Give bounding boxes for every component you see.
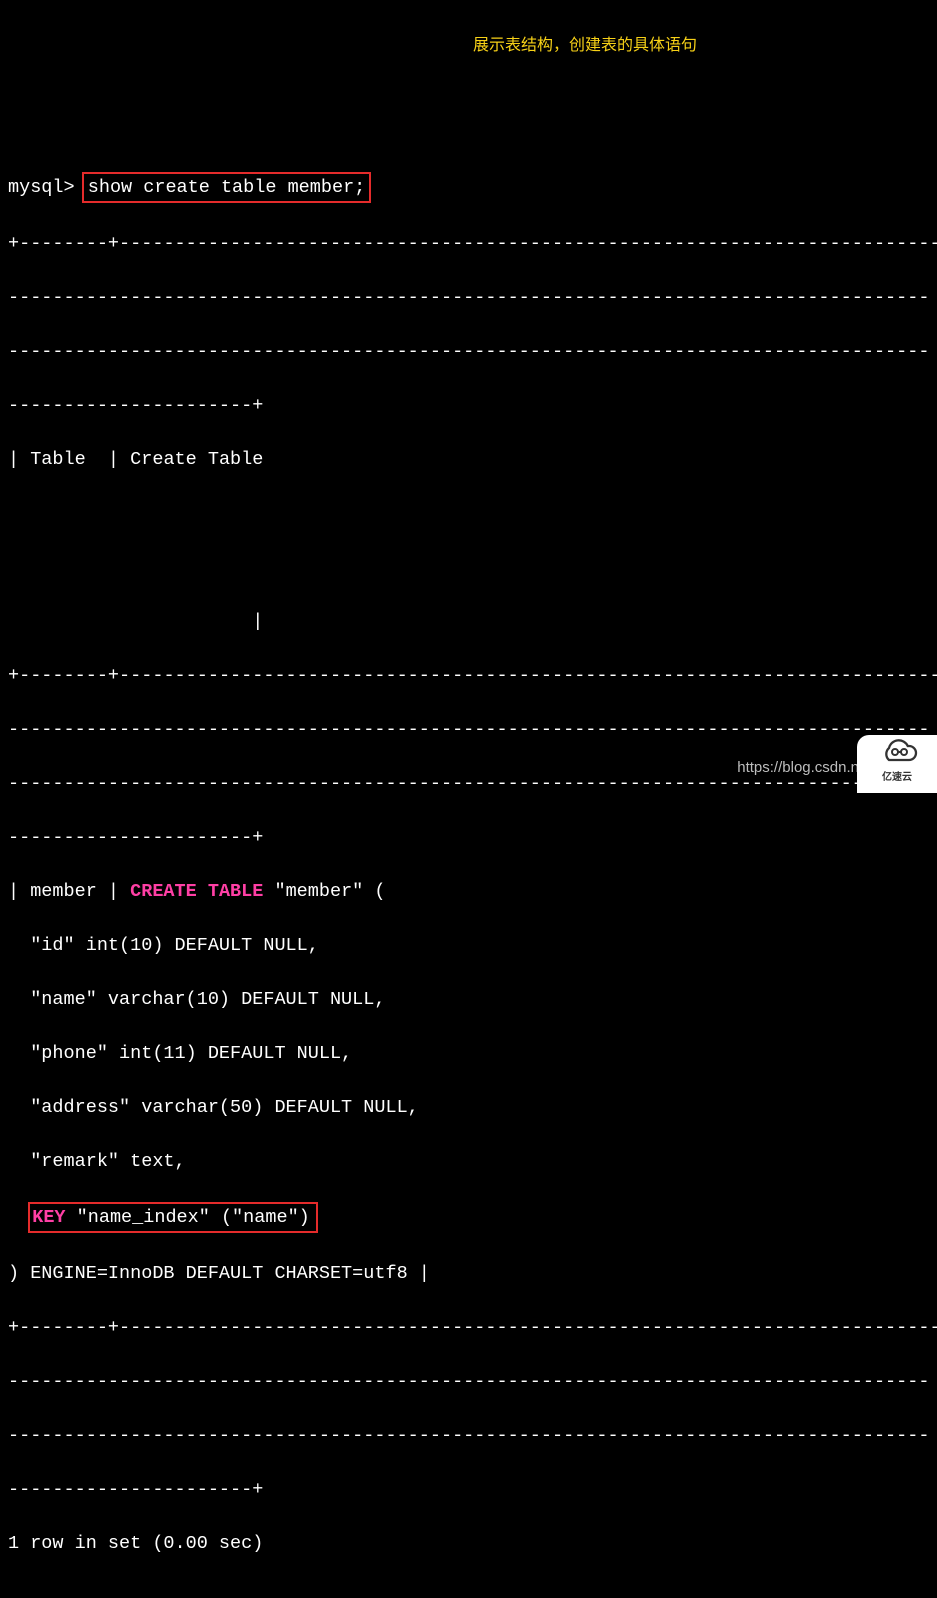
separator-row: ----------------------------------------…: [8, 1368, 929, 1395]
row-count-msg: 1 row in set (0.00 sec): [8, 1530, 929, 1557]
key-def-line: KEY "name_index" ("name"): [8, 1202, 929, 1233]
separator-row: ----------------------+: [8, 824, 929, 851]
col-def-address: "address" varchar(50) DEFAULT NULL,: [8, 1094, 929, 1121]
logo-badge: 亿速云: [857, 735, 937, 793]
keyword-key: KEY: [32, 1207, 65, 1228]
separator-row: ----------------------------------------…: [8, 1422, 929, 1449]
watermark-url: https://blog.csdn.n: [737, 754, 859, 781]
col-def-phone: "phone" int(11) DEFAULT NULL,: [8, 1040, 929, 1067]
separator-row: ----------------------------------------…: [8, 284, 929, 311]
annotation-comment: 展示表结构，创建表的具体语句: [473, 32, 697, 59]
blank-line: [8, 1584, 929, 1598]
data-row-start: | member | CREATE TABLE "member" (: [8, 878, 929, 905]
blank-line: [8, 500, 929, 527]
col-def-id: "id" int(10) DEFAULT NULL,: [8, 932, 929, 959]
separator-row: +--------+------------------------------…: [8, 230, 929, 257]
col-def-remark: "remark" text,: [8, 1148, 929, 1175]
row-col-tablename: | member |: [8, 881, 130, 902]
blank-line: [8, 554, 929, 581]
separator-row: +--------+------------------------------…: [8, 662, 929, 689]
prompt-line-1[interactable]: mysql> show create table member;: [8, 172, 929, 203]
header-col-create: Create Table: [119, 449, 263, 470]
separator-row: +--------+------------------------------…: [8, 1314, 929, 1341]
header-row: | Table | Create Table: [8, 446, 929, 473]
col-def-name: "name" varchar(10) DEFAULT NULL,: [8, 986, 929, 1013]
blank-pipe-line: |: [8, 608, 929, 635]
header-col-table: | Table |: [8, 449, 119, 470]
highlight-box-key: KEY "name_index" ("name"): [28, 1202, 318, 1233]
close-table-line: ) ENGINE=InnoDB DEFAULT CHARSET=utf8 |: [8, 1260, 929, 1287]
separator-row: ----------------------+: [8, 1476, 929, 1503]
cloud-icon: [875, 738, 919, 766]
highlight-box-command: show create table member;: [82, 172, 372, 203]
separator-row: ----------------------------------------…: [8, 338, 929, 365]
table-ident: "member" (: [263, 881, 385, 902]
separator-row: ----------------------+: [8, 392, 929, 419]
logo-text: 亿速云: [882, 764, 912, 791]
sql-command: show create table member;: [88, 177, 366, 198]
separator-row: ----------------------------------------…: [8, 716, 929, 743]
key-index-def: "name_index" ("name"): [66, 1207, 310, 1228]
keyword-create-table: CREATE TABLE: [130, 881, 263, 902]
mysql-prompt: mysql>: [8, 177, 75, 198]
